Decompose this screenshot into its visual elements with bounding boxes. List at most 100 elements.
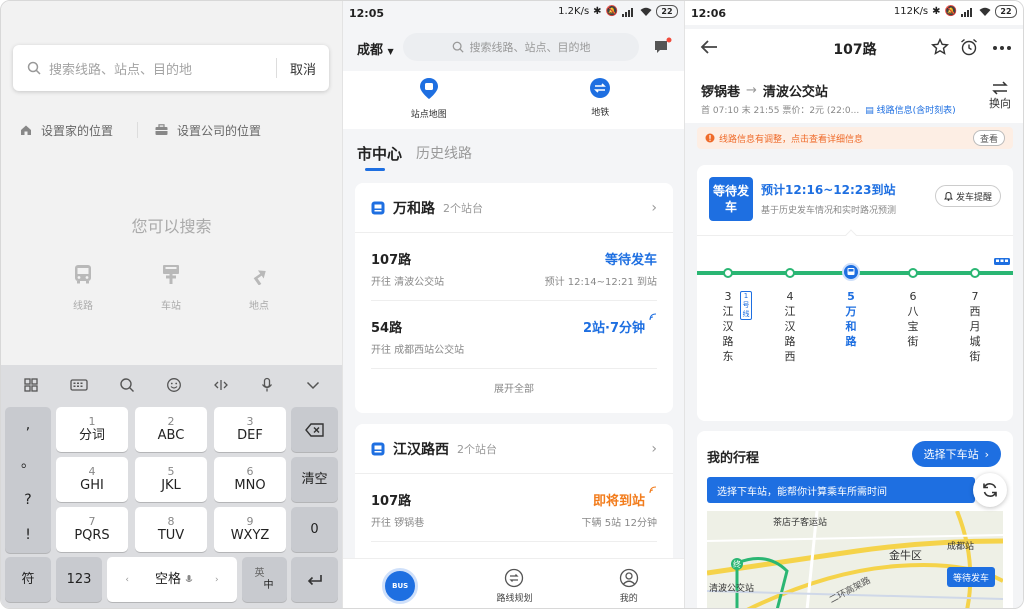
keyboard-icon[interactable] — [69, 378, 88, 392]
language-switch-key[interactable]: 英 中 — [242, 557, 287, 602]
stop-name[interactable]: 4江汉路西 — [782, 289, 798, 364]
me-label: 我的 — [619, 594, 638, 604]
current-stop-name[interactable]: 5万和路 — [843, 289, 859, 349]
stop-dot[interactable] — [908, 268, 918, 278]
search-hint: 您可以搜索 — [131, 217, 212, 236]
stop-name[interactable]: 7西月城街 — [967, 289, 983, 364]
lang-en-label: 英 — [254, 567, 265, 579]
bus-line-row[interactable]: 107路 开往 锣锅巷 即将到站 下辆 5站 12分钟 — [371, 474, 657, 542]
star-icon[interactable] — [931, 38, 949, 56]
metro-icon — [589, 77, 611, 99]
punct-key-exclaim[interactable]: ! — [25, 527, 31, 543]
warning-icon — [705, 133, 715, 143]
nav-route-plan[interactable]: 路线规划 — [474, 565, 554, 604]
key-5[interactable]: 5 JKL — [135, 457, 207, 502]
stop-dot[interactable] — [723, 268, 733, 278]
home-icon — [19, 123, 33, 137]
city-selector[interactable]: 成都 ▼ — [357, 39, 394, 58]
category-stop[interactable]: 车站 — [139, 263, 203, 312]
key-letters: PQRS — [74, 528, 110, 543]
station-card-header[interactable]: 江汉路西 2个站台 › — [355, 424, 673, 474]
swap-direction-button[interactable]: 换向 — [989, 81, 1011, 111]
departure-reminder-button[interactable]: 发车提醒 — [934, 185, 1001, 207]
tab-history-lines[interactable]: 历史线路 — [416, 143, 472, 163]
grid-menu-icon[interactable] — [23, 377, 39, 393]
symbol-key-label: 符 — [21, 571, 35, 587]
cursor-move-icon[interactable] — [213, 377, 229, 393]
key-number: 1 — [88, 415, 96, 428]
set-company-button[interactable]: 设置公司的位置 — [154, 122, 261, 139]
screenshot-frame: 搜索线路、站点、目的地 取消 设置家的位置 设置公司的位置 您可以搜索 线路 车… — [0, 0, 1024, 609]
current-stop-dot[interactable] — [842, 263, 860, 281]
expand-all-button[interactable]: 展开全部 — [355, 369, 673, 405]
silent-icon: 🔕 — [944, 6, 957, 17]
route-map[interactable]: 茶店子客运站 金牛区 成都站 清波公交站 二环高架路 终 等待发车 — [707, 511, 1003, 608]
number-mode-key[interactable]: 123 — [56, 557, 102, 602]
key-7[interactable]: 7 PQRS — [56, 507, 128, 552]
stop-dot[interactable] — [785, 268, 795, 278]
search-input[interactable]: 搜索线路、站点、目的地 — [49, 59, 276, 78]
punct-key-question[interactable]: ? — [24, 492, 31, 508]
clear-key[interactable]: 清空 — [291, 457, 338, 502]
emoji-icon[interactable] — [166, 377, 182, 393]
station-card-header[interactable]: 万和路 2个站台 › — [355, 183, 673, 233]
refresh-button[interactable] — [973, 473, 1007, 507]
line-detail-screen: 12:06 112K/s ✱ 🔕 22 107路 锣锅巷 → 清波公交站 首 0… — [685, 1, 1023, 608]
key-letters: WXYZ — [230, 528, 270, 543]
bluetooth-icon: ✱ — [593, 6, 602, 17]
key-number: 9 — [246, 515, 254, 528]
zero-key-label: 0 — [310, 521, 319, 537]
cancel-button[interactable]: 取消 — [277, 59, 329, 78]
line-info-label: 线路信息(含时刻表) — [876, 106, 956, 116]
alarm-clock-icon[interactable] — [959, 37, 979, 57]
space-key[interactable]: ‹ 空格 › — [107, 557, 237, 602]
key-4[interactable]: 4 GHI — [56, 457, 128, 502]
tab-city-center[interactable]: 市中心 — [357, 143, 402, 171]
document-icon: ▤ — [865, 106, 874, 116]
set-home-button[interactable]: 设置家的位置 — [19, 122, 113, 139]
stop-name[interactable]: 6八宝街 — [905, 289, 921, 349]
backspace-key[interactable] — [291, 407, 338, 452]
category-place[interactable]: 地点 — [227, 263, 291, 312]
category-line[interactable]: 线路 — [51, 263, 115, 312]
nav-me[interactable]: 我的 — [589, 565, 669, 604]
stop-dot[interactable] — [970, 268, 980, 278]
zero-key[interactable]: 0 — [291, 507, 338, 552]
key-3[interactable]: 3 DEF — [214, 407, 286, 452]
number-mode-label: 123 — [66, 571, 92, 587]
stop-name[interactable]: 3江汉路东 — [720, 289, 736, 364]
bus-line-row[interactable]: 54路 开往 成都西站公交站 2站·7分钟 — [371, 301, 657, 369]
map-roads — [707, 511, 1003, 608]
key-1[interactable]: 1 分词 — [56, 407, 128, 452]
divider — [137, 122, 139, 138]
search-screen: 搜索线路、站点、目的地 取消 设置家的位置 设置公司的位置 您可以搜索 线路 车… — [1, 1, 342, 608]
notice-banner[interactable]: 线路信息有调整，点击查看详细信息 查看 — [697, 127, 1013, 149]
keyboard-search-icon[interactable] — [119, 377, 135, 393]
punct-key-period[interactable]: 。 — [21, 452, 35, 472]
key-9[interactable]: 9 WXYZ — [214, 507, 286, 552]
message-icon[interactable] — [652, 37, 672, 57]
metro-button[interactable]: 地铁 — [550, 71, 650, 129]
signal-icon — [961, 7, 975, 17]
nav-bus[interactable]: BUS — [360, 565, 440, 604]
keyboard-collapse-icon[interactable] — [305, 377, 321, 393]
line-info-link[interactable]: ▤ 线路信息(含时刻表) — [865, 103, 955, 116]
station-map-button[interactable]: 站点地图 — [379, 71, 479, 129]
top-bar: 成都 ▼ 搜索线路、站点、目的地 — [343, 29, 684, 67]
key-6[interactable]: 6 MNO — [214, 457, 286, 502]
search-bar[interactable]: 搜索线路、站点、目的地 — [403, 33, 639, 61]
view-details-button[interactable]: 查看 — [972, 130, 1005, 146]
key-8[interactable]: 8 TUV — [135, 507, 207, 552]
microphone-icon[interactable] — [260, 377, 274, 393]
search-bar[interactable]: 搜索线路、站点、目的地 取消 — [13, 45, 329, 91]
t9-keyboard: , 。 ? ! 1 分词 2 ABC 3 DEF 4 GHI 5 JKL 6 MNO 清空 … — [1, 365, 342, 608]
enter-key[interactable] — [291, 557, 338, 602]
symbol-key[interactable]: 符 — [5, 557, 51, 602]
bus-line-row[interactable]: 107路 开往 清波公交站 等待发车 预计 12:14~12:21 到站 — [371, 233, 657, 301]
route-plan-icon — [504, 568, 524, 588]
select-alight-stop-button[interactable]: 选择下车站 › — [911, 441, 1001, 467]
bus-stop-badge-icon — [371, 201, 385, 215]
more-icon[interactable] — [993, 46, 1011, 50]
punct-key-comma[interactable]: , — [26, 417, 30, 433]
key-2[interactable]: 2 ABC — [135, 407, 207, 452]
